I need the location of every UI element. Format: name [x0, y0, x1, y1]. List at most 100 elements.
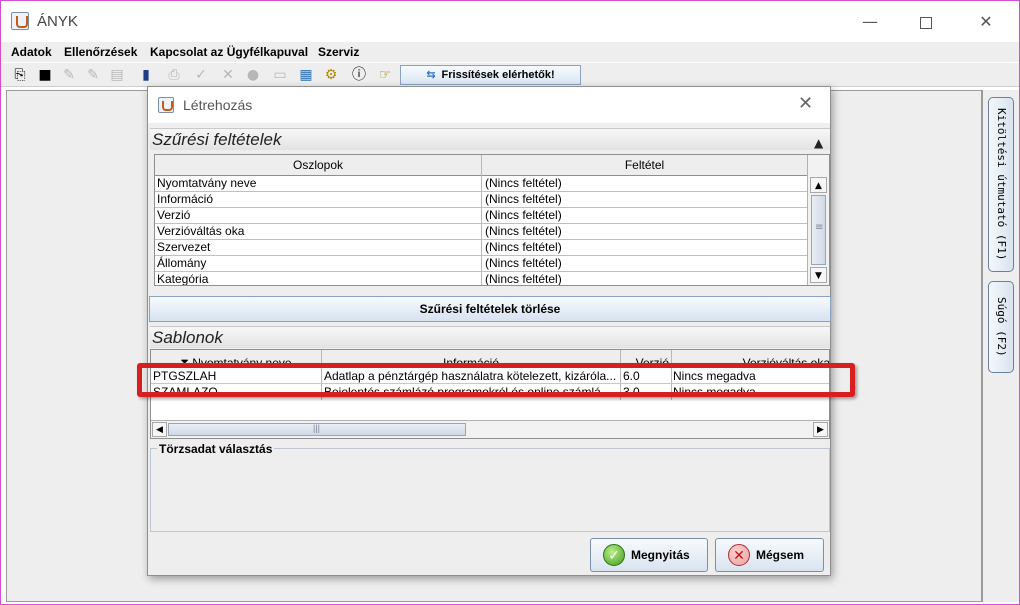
table-row[interactable]: Szervezet (Nincs feltétel): [155, 240, 807, 256]
scroll-thumb[interactable]: [811, 195, 826, 265]
column-header-version-reason[interactable]: Verzióváltás oka: [672, 356, 829, 367]
info-key-icon[interactable]: ▮: [138, 67, 154, 83]
cell-condition[interactable]: (Nincs feltétel): [485, 224, 805, 239]
close-button[interactable]: ✕: [963, 7, 1009, 37]
menu-ellenorzesek[interactable]: Ellenőrzések: [64, 45, 137, 59]
filter-section-title: Szűrési feltételek: [152, 130, 282, 149]
cancel-x-icon: ✕: [728, 544, 750, 566]
dialog-close-button[interactable]: ✕: [798, 93, 813, 114]
scroll-thumb[interactable]: [168, 423, 466, 436]
clear-filters-button[interactable]: Szűrési feltételek törlése: [149, 296, 831, 322]
collapse-triangle-icon[interactable]: ▲: [814, 132, 823, 154]
cell-column: Információ: [157, 192, 214, 206]
toolbar: ⎘ ■ ✎ ✎ ▤ ▮ ⎙ ✓ ✕ ● ▭ ▦ ⚙ ⓘ ☞ ⇆ Frissítés…: [1, 63, 1019, 87]
scroll-up-icon[interactable]: ▲: [810, 177, 827, 193]
templates-horizontal-scrollbar[interactable]: ◀ ▶: [151, 420, 829, 438]
updates-label: Frissítések elérhetők!: [441, 69, 555, 81]
tab-filling-guide[interactable]: Kitöltési útmutató (F1): [988, 97, 1014, 272]
column-header-form-name[interactable]: ⧗ Nyomtatvány neve: [151, 356, 321, 368]
table-row[interactable]: SZAMLAZO Bejelentés számlázó programokró…: [151, 385, 829, 393]
templates-table: ⧗ Nyomtatvány neve Információ Verzió Ver…: [150, 349, 830, 439]
cell-version-reason: Nincs megadva: [673, 385, 756, 393]
cell-column: Verzióváltás oka: [157, 224, 245, 238]
cell-form-name: PTGSZLAH: [153, 369, 217, 383]
menu-bar: Adatok Ellenőrzések Kapcsolat az Ügyfélk…: [1, 42, 1019, 62]
sign-icon[interactable]: ●: [245, 67, 261, 83]
table-row[interactable]: Verzió (Nincs feltétel): [155, 208, 807, 224]
cross-icon[interactable]: ✕: [220, 67, 236, 83]
cell-column: Szervezet: [157, 240, 211, 254]
minimize-button[interactable]: —: [847, 7, 893, 37]
dialog-title-bar: Létrehozás ✕: [148, 87, 830, 123]
calculator-icon[interactable]: ▦: [298, 67, 314, 83]
side-tab-strip: Kitöltési útmutató (F1) Súgó (F2): [982, 90, 1019, 602]
cell-condition[interactable]: (Nincs feltétel): [485, 176, 805, 191]
cell-column: Nyomtatvány neve: [157, 176, 257, 190]
save-icon[interactable]: ■: [37, 67, 53, 83]
app-window: ÁNYK — ✕ Adatok Ellenőrzések Kapcsolat a…: [0, 0, 1020, 605]
column-header-columns[interactable]: Oszlopok: [155, 158, 481, 172]
menu-ugyfelkapu[interactable]: Kapcsolat az Ügyfélkapuval: [150, 45, 308, 59]
cell-condition[interactable]: (Nincs feltétel): [485, 256, 805, 271]
scroll-left-icon[interactable]: ◀: [152, 422, 167, 437]
table-row[interactable]: Nyomtatvány neve (Nincs feltétel): [155, 176, 807, 192]
updates-available-button[interactable]: ⇆ Frissítések elérhetők!: [400, 65, 581, 85]
edit-icon[interactable]: ✎: [61, 67, 77, 83]
maximize-icon: [920, 16, 932, 29]
dialog-title: Létrehozás: [183, 97, 253, 113]
cell-column: Kategória: [157, 272, 209, 286]
filter-table: Oszlopok Feltétel Nyomtatvány neve (Nincs…: [154, 154, 830, 286]
table-row[interactable]: Információ (Nincs feltétel): [155, 192, 807, 208]
column-header-information[interactable]: Információ: [322, 356, 620, 367]
table-row[interactable]: PTGSZLAH Adatlap a pénztárgép használatr…: [151, 369, 829, 384]
sort-icon: ⧗: [180, 356, 189, 368]
gears-icon[interactable]: ⚙: [323, 67, 339, 83]
maximize-button[interactable]: [903, 7, 949, 37]
pointer-icon[interactable]: ☞: [377, 67, 393, 83]
card-icon[interactable]: ▭: [272, 67, 288, 83]
cancel-button[interactable]: ✕ Mégsem: [715, 538, 824, 572]
column-header-condition[interactable]: Feltétel: [482, 158, 807, 172]
refresh-icon: ⇆: [426, 68, 436, 81]
cell-information: Adatlap a pénztárgép használatra kötelez…: [324, 369, 617, 383]
check-icon[interactable]: ✓: [193, 67, 209, 83]
filter-vertical-scrollbar[interactable]: ▲ ▼: [807, 155, 829, 285]
cell-version: 6.0: [623, 369, 640, 383]
document-icon[interactable]: ▤: [109, 67, 125, 83]
menu-szerviz[interactable]: Szerviz: [318, 45, 359, 59]
cell-information: Bejelentés számlázó programokról és onli…: [324, 385, 611, 393]
menu-adatok[interactable]: Adatok: [11, 45, 52, 59]
cell-column: Állomány: [157, 256, 207, 270]
copy-icon[interactable]: ⎘: [12, 67, 28, 83]
java-app-icon: [11, 12, 29, 30]
window-title: ÁNYK: [37, 13, 78, 30]
cell-condition[interactable]: (Nincs feltétel): [485, 192, 805, 207]
table-row[interactable]: Kategória (Nincs feltétel): [155, 272, 807, 286]
table-row[interactable]: Állomány (Nincs feltétel): [155, 256, 807, 272]
checkmark-icon: ✓: [603, 544, 625, 566]
info-icon[interactable]: ⓘ: [351, 67, 367, 83]
tab-help[interactable]: Súgó (F2): [988, 281, 1014, 373]
java-dialog-icon: [158, 97, 174, 113]
print-icon[interactable]: ⎙: [166, 67, 182, 83]
scroll-down-icon[interactable]: ▼: [810, 267, 827, 283]
title-bar: ÁNYK — ✕: [1, 1, 1019, 41]
templates-table-header: ⧗ Nyomtatvány neve Információ Verzió Ver…: [151, 350, 829, 368]
column-header-form-name-label: Nyomtatvány neve: [192, 356, 292, 368]
templates-section-header: Sablonok: [150, 326, 830, 348]
scroll-right-icon[interactable]: ▶: [813, 422, 828, 437]
open-button[interactable]: ✓ Megnyitás: [590, 538, 708, 572]
edit2-icon[interactable]: ✎: [85, 67, 101, 83]
table-row[interactable]: Verzióváltás oka (Nincs feltétel): [155, 224, 807, 240]
column-header-version[interactable]: Verzió: [621, 356, 671, 367]
cell-condition[interactable]: (Nincs feltétel): [485, 272, 805, 285]
filter-section-header[interactable]: Szűrési feltételek ▲: [150, 128, 830, 150]
cell-version: 3.0: [623, 385, 640, 393]
cell-version-reason: Nincs megadva: [673, 369, 756, 383]
open-button-label: Megnyitás: [631, 548, 690, 562]
master-data-label: Törzsadat választás: [157, 442, 275, 456]
cell-condition[interactable]: (Nincs feltétel): [485, 240, 805, 255]
cell-condition[interactable]: (Nincs feltétel): [485, 208, 805, 223]
cell-column: Verzió: [157, 208, 191, 222]
cell-form-name: SZAMLAZO: [153, 385, 218, 393]
